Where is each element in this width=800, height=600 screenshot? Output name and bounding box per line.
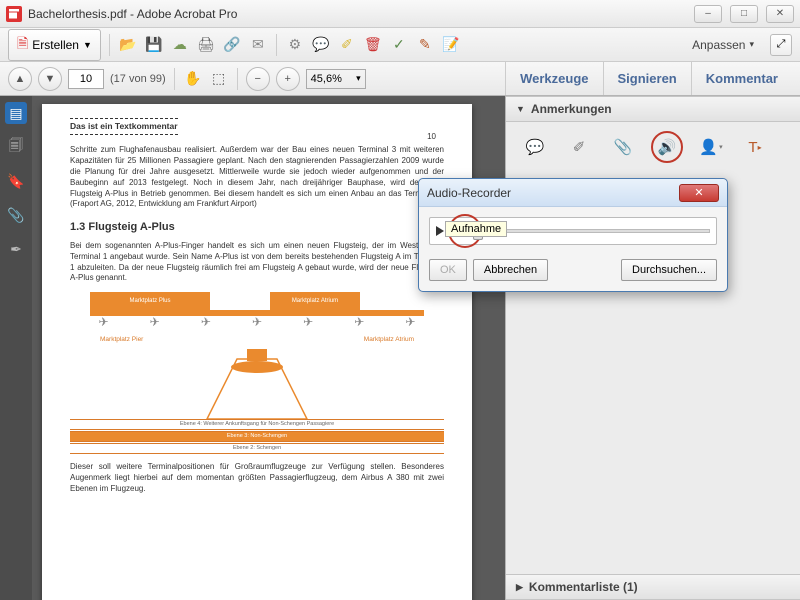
chevron-down-icon: ▾ bbox=[749, 39, 754, 50]
record-tooltip: Aufnahme bbox=[445, 221, 507, 237]
sign-icon[interactable]: ✎ bbox=[415, 35, 435, 55]
play-button[interactable] bbox=[436, 226, 444, 236]
stamp-icon[interactable]: 👤▾ bbox=[700, 136, 722, 158]
cloud-up-icon[interactable]: ☁ bbox=[170, 35, 190, 55]
dialog-title: Audio-Recorder bbox=[427, 186, 511, 200]
browse-button[interactable]: Durchsuchen... bbox=[621, 259, 717, 281]
airplane-icon: ✈ bbox=[252, 314, 262, 330]
mail-icon[interactable]: ✉ bbox=[248, 35, 268, 55]
terminal-diagram: Marktplatz Plus Marktplatz Atrium ✈ ✈ ✈ … bbox=[70, 292, 444, 454]
dia-band-e2: Ebene 2: Schengen bbox=[70, 443, 444, 454]
signatures-icon[interactable]: ✒ bbox=[5, 238, 27, 260]
app-icon bbox=[6, 6, 22, 22]
page-up-button[interactable]: ▲ bbox=[8, 67, 32, 91]
open-icon[interactable]: 📂 bbox=[118, 35, 138, 55]
comments-panel: ▼ Anmerkungen 💬 ✐ 📎 🔊 👤▾ T▸ T± ▶ Komment… bbox=[505, 96, 800, 600]
body-paragraph: Dieser soll weitere Terminalpositionen f… bbox=[70, 462, 444, 494]
main-toolbar: 🗎 Erstellen ▼ 📂 💾 ☁ 🖨 🔗 ✉ ⚙ 💬 ✐ 🗑 ✓ ✎ 📝 … bbox=[0, 28, 800, 62]
create-button[interactable]: 🗎 Erstellen ▼ bbox=[8, 29, 101, 61]
left-nav-strip: ▤ 🗐 🔖 📎 ✒ bbox=[0, 96, 32, 600]
pdf-page: 10 Das ist ein Textkommentar Schritte zu… bbox=[42, 104, 472, 600]
delete-icon[interactable]: 🗑 bbox=[363, 35, 383, 55]
dialog-close-button[interactable]: ✕ bbox=[679, 184, 719, 202]
attachments-icon[interactable]: 📎 bbox=[5, 204, 27, 226]
body-paragraph: Schritte zum Flughafenausbau realisiert.… bbox=[70, 145, 444, 210]
window-title: Bachelorthesis.pdf - Adobe Acrobat Pro bbox=[28, 7, 237, 21]
annotations-header[interactable]: ▼ Anmerkungen bbox=[506, 96, 800, 122]
annotations-label: Anmerkungen bbox=[531, 102, 612, 116]
pdf-icon: 🗎 bbox=[17, 33, 28, 57]
hand-tool-icon[interactable]: ✋ bbox=[183, 69, 203, 89]
save-icon[interactable]: 💾 bbox=[144, 35, 164, 55]
insert-text-icon[interactable]: T▸ bbox=[744, 136, 766, 158]
page-down-button[interactable]: ▼ bbox=[38, 67, 62, 91]
airplane-icon: ✈ bbox=[201, 314, 211, 330]
airplane-icon: ✈ bbox=[303, 314, 313, 330]
body-paragraph: Bei dem sogenannten A-Plus-Finger handel… bbox=[70, 241, 444, 284]
dialog-titlebar[interactable]: Audio-Recorder ✕ bbox=[419, 179, 727, 207]
maximize-button[interactable]: □ bbox=[730, 5, 758, 23]
attach-file-icon[interactable]: 📎 bbox=[612, 136, 634, 158]
dia-label-pier: Marktplatz Pier bbox=[100, 336, 143, 345]
zoom-out-button[interactable]: − bbox=[246, 67, 270, 91]
zoom-field[interactable]: 45,6% ▾ bbox=[306, 69, 366, 89]
gear-icon[interactable]: ⚙ bbox=[285, 35, 305, 55]
document-viewport[interactable]: 10 Das ist ein Textkommentar Schritte zu… bbox=[32, 96, 505, 600]
highlight-icon[interactable]: ✐ bbox=[337, 35, 357, 55]
page-count-label: (17 von 99) bbox=[110, 73, 166, 85]
pages-icon[interactable]: 🗐 bbox=[5, 136, 27, 158]
commentlist-label: Kommentarliste (1) bbox=[529, 580, 638, 594]
airplane-icon: ✈ bbox=[150, 314, 160, 330]
commentlist-header[interactable]: ▶ Kommentarliste (1) bbox=[506, 574, 800, 600]
fullscreen-button[interactable]: ⤢ bbox=[770, 34, 792, 56]
zoom-value: 45,6% bbox=[311, 73, 342, 85]
window-titlebar: Bachelorthesis.pdf - Adobe Acrobat Pro –… bbox=[0, 0, 800, 28]
page-number-input[interactable] bbox=[68, 69, 104, 89]
highlight-ring bbox=[651, 131, 683, 163]
dia-block-mp-atrium: Marktplatz Atrium bbox=[270, 292, 360, 310]
airplane-icon: ✈ bbox=[405, 314, 415, 330]
customize-label: Anpassen bbox=[692, 38, 745, 52]
audio-recorder-dialog: Audio-Recorder ✕ Aufnahme OK Abbrechen D… bbox=[418, 178, 728, 292]
dia-band-e3: Ebene 3: Non-Schengen bbox=[70, 431, 444, 442]
zoom-in-button[interactable]: + bbox=[276, 67, 300, 91]
create-label: Erstellen bbox=[32, 38, 79, 52]
tab-comment[interactable]: Kommentar bbox=[691, 62, 792, 95]
minimize-button[interactable]: – bbox=[694, 5, 722, 23]
highlight-text-icon[interactable]: ✐ bbox=[568, 136, 590, 158]
chevron-down-icon: ▾ bbox=[356, 73, 361, 84]
share-icon[interactable]: 🔗 bbox=[222, 35, 242, 55]
note-icon[interactable]: 💬 bbox=[311, 35, 331, 55]
tab-sign[interactable]: Signieren bbox=[603, 62, 691, 95]
close-button[interactable]: ✕ bbox=[766, 5, 794, 23]
customize-button[interactable]: Anpassen ▾ bbox=[692, 38, 754, 52]
chevron-down-icon: ▼ bbox=[516, 104, 525, 114]
airplane-icon: ✈ bbox=[99, 314, 109, 330]
nav-toolbar: ▲ ▼ (17 von 99) ✋ ⬚ − + 45,6% ▾ Werkzeug… bbox=[0, 62, 800, 96]
ok-button[interactable]: OK bbox=[429, 259, 467, 281]
dia-label-atrium: Marktplatz Atrium bbox=[364, 336, 414, 345]
text-comment-marker[interactable]: Das ist ein Textkommentar bbox=[70, 118, 178, 135]
edit-icon[interactable]: 📝 bbox=[441, 35, 461, 55]
chevron-right-icon: ▶ bbox=[516, 582, 523, 593]
chevron-down-icon: ▼ bbox=[83, 40, 92, 50]
dia-block-mp-plus: Marktplatz Plus bbox=[90, 292, 210, 310]
record-audio-icon[interactable]: 🔊 bbox=[656, 136, 678, 158]
bookmarks-icon[interactable]: 🔖 bbox=[5, 170, 27, 192]
thumbnails-icon[interactable]: ▤ bbox=[5, 102, 27, 124]
dia-tower bbox=[197, 349, 317, 419]
playback-slider[interactable] bbox=[472, 229, 710, 233]
tab-tools[interactable]: Werkzeuge bbox=[505, 62, 602, 95]
print-icon[interactable]: 🖨 bbox=[196, 35, 216, 55]
section-heading: 1.3 Flugsteig A-Plus bbox=[70, 220, 444, 235]
airplane-icon: ✈ bbox=[354, 314, 364, 330]
cancel-button[interactable]: Abbrechen bbox=[473, 259, 548, 281]
dia-band-e4: Ebene 4: Weiterer Ankunftsgang für Non-S… bbox=[70, 419, 444, 430]
page-number-text: 10 bbox=[427, 132, 436, 143]
sticky-note-icon[interactable]: 💬 bbox=[524, 136, 546, 158]
stamp-icon[interactable]: ✓ bbox=[389, 35, 409, 55]
select-tool-icon[interactable]: ⬚ bbox=[209, 69, 229, 89]
